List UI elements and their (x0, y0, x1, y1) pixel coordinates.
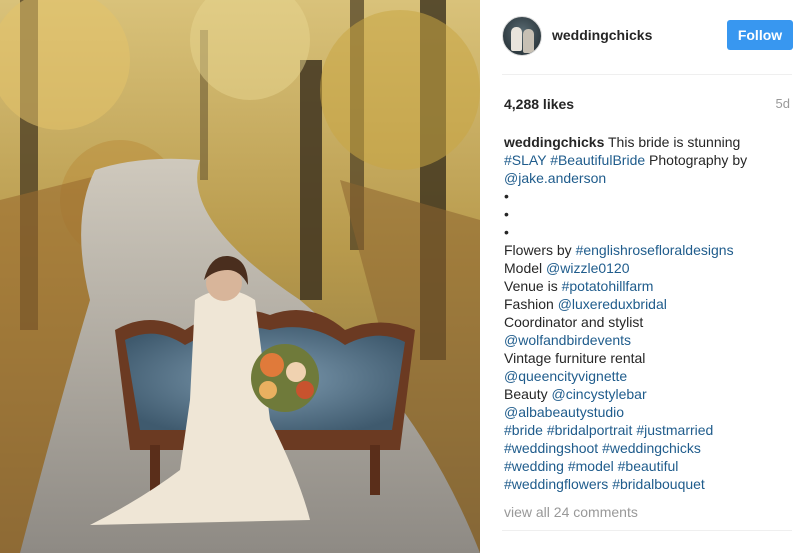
caption-bullet: • (504, 224, 509, 240)
caption-text: Photography by (649, 152, 748, 168)
caption-username[interactable]: weddingchicks (504, 134, 604, 150)
mention-link[interactable]: @albabeautystudio (504, 404, 624, 420)
hashtag-link[interactable]: #weddingflowers (504, 476, 608, 492)
hashtag-link[interactable]: #model (568, 458, 614, 474)
hashtag-link[interactable]: #potatohillfarm (562, 278, 654, 294)
caption-bullet: • (504, 206, 509, 222)
caption-line: @jake.anderson (504, 169, 784, 187)
follow-button[interactable]: Follow (727, 20, 793, 50)
caption-bullet: • (504, 188, 509, 204)
hashtag-link[interactable]: #weddingchicks (602, 440, 701, 456)
caption-line: Coordinator and stylist (504, 313, 784, 331)
caption-text: Model (504, 260, 543, 276)
avatar-figure (523, 29, 534, 53)
post-photo-illustration (0, 0, 480, 553)
caption-text: Fashion (504, 296, 554, 312)
caption-text: Beauty (504, 386, 548, 402)
caption-line: #wedding #model #beautiful (504, 457, 784, 475)
caption-text: Flowers by (504, 242, 572, 258)
hashtag-link[interactable]: #englishrosefloraldesigns (576, 242, 734, 258)
caption-text: This bride is stunning (608, 134, 741, 150)
caption-line: Flowers by #englishrosefloraldesigns (504, 241, 784, 259)
hashtag-link[interactable]: #SLAY (504, 152, 546, 168)
likes-count[interactable]: 4,288 likes (504, 96, 574, 112)
mention-link[interactable]: @wizzle0120 (546, 260, 629, 276)
mention-link[interactable]: @luxereduxbridal (558, 296, 667, 312)
caption-line: Vintage furniture rental (504, 349, 784, 367)
caption-line: #weddingflowers #bridalbouquet (504, 475, 784, 493)
post-side-panel: weddingchicks Follow 4,288 likes 5d wedd… (480, 0, 800, 553)
hashtag-link[interactable]: #bridalportrait (547, 422, 633, 438)
comments-divider (502, 530, 792, 531)
caption-text: Coordinator and stylist (504, 314, 644, 330)
hashtag-link[interactable]: #bridalbouquet (612, 476, 705, 492)
hashtag-link[interactable]: #wedding (504, 458, 564, 474)
caption-line: Venue is #potatohillfarm (504, 277, 784, 295)
mention-link[interactable]: @cincystylebar (551, 386, 646, 402)
avatar[interactable] (502, 16, 542, 56)
caption-line: Beauty @cincystylebar (504, 385, 784, 403)
caption-line: Fashion @luxereduxbridal (504, 295, 784, 313)
hashtag-link[interactable]: #beautiful (618, 458, 679, 474)
post-header: weddingchicks Follow (480, 0, 800, 72)
caption-line: weddingchicks This bride is stunning (504, 133, 784, 151)
avatar-figure (511, 27, 522, 51)
caption: weddingchicks This bride is stunning #SL… (504, 133, 784, 493)
post-photo[interactable] (0, 0, 480, 553)
caption-line: #bride #bridalportrait #justmarried (504, 421, 784, 439)
caption-text: Venue is (504, 278, 558, 294)
mention-link[interactable]: @wolfandbirdevents (504, 332, 631, 348)
caption-line: @wolfandbirdevents (504, 331, 784, 349)
caption-line: #weddingshoot #weddingchicks (504, 439, 784, 457)
caption-line: #SLAY #BeautifulBride Photography by (504, 151, 784, 169)
caption-line: @albabeautystudio (504, 403, 784, 421)
caption-line: Model @wizzle0120 (504, 259, 784, 277)
hashtag-link[interactable]: #weddingshoot (504, 440, 598, 456)
caption-text: Vintage furniture rental (504, 350, 646, 366)
post-age[interactable]: 5d (776, 96, 790, 111)
mention-link[interactable]: @queencityvignette (504, 368, 627, 384)
mention-link[interactable]: @jake.anderson (504, 170, 606, 186)
hashtag-link[interactable]: #BeautifulBride (550, 152, 645, 168)
caption-line: @queencityvignette (504, 367, 784, 385)
author-username[interactable]: weddingchicks (552, 27, 652, 43)
header-divider (502, 74, 792, 75)
hashtag-link[interactable]: #justmarried (636, 422, 713, 438)
hashtag-link[interactable]: #bride (504, 422, 543, 438)
view-all-comments-link[interactable]: view all 24 comments (504, 504, 638, 520)
